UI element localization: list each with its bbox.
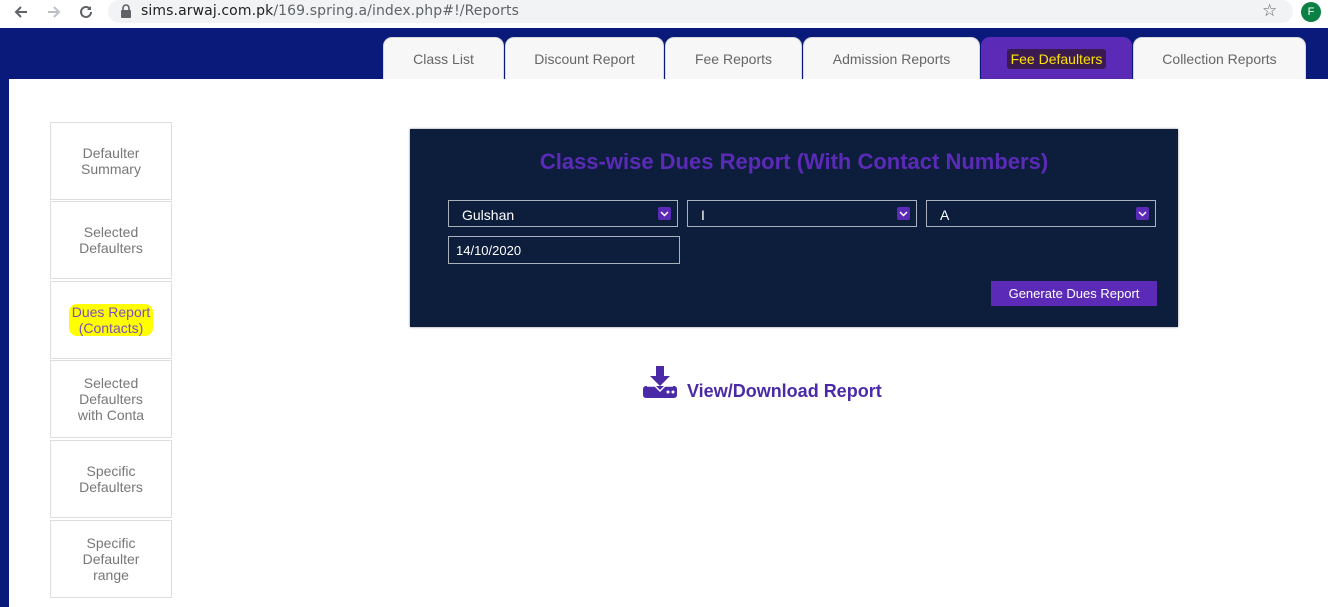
section-select[interactable]: A — [926, 200, 1156, 227]
left-frame-border — [0, 28, 9, 607]
tab-label: Fee Reports — [694, 50, 773, 67]
tab-fee-defaulters[interactable]: Fee Defaulters — [981, 37, 1132, 79]
tab-label: Fee Defaulters — [1006, 48, 1107, 69]
sidebar-item-defaulter-summary[interactable]: Defaulter Summary — [50, 122, 172, 200]
report-tabs: Class List Discount Report Fee Reports A… — [383, 37, 1307, 79]
download-label: View/Download Report — [687, 381, 882, 401]
campus-select-value: Gulshan — [462, 207, 515, 223]
panel-title: Class-wise Dues Report (With Contact Num… — [539, 149, 1049, 174]
chevron-down-icon — [1136, 207, 1149, 220]
campus-select[interactable]: Gulshan — [448, 200, 678, 227]
sidebar-item-specific-defaulter-range[interactable]: Specific Defaulter range — [50, 520, 172, 598]
tab-class-list[interactable]: Class List — [383, 37, 504, 79]
tab-label: Collection Reports — [1162, 50, 1277, 67]
lock-icon — [120, 4, 132, 18]
sidebar-item-dues-report-contacts[interactable]: Dues Report (Contacts) — [50, 281, 172, 359]
tab-fee-reports[interactable]: Fee Reports — [665, 37, 802, 79]
date-field[interactable]: 14/10/2020 — [448, 236, 680, 264]
class-select-value: I — [701, 207, 705, 223]
chevron-down-icon — [658, 207, 671, 220]
url-path: /169.spring.a/index.php#!/Reports — [273, 3, 520, 19]
chevron-down-icon — [897, 207, 910, 220]
sidebar-item-label: Defaulter Summary — [81, 145, 141, 177]
sidebar-item-label: Dues Report (Contacts) — [69, 304, 153, 336]
reload-icon[interactable] — [75, 1, 97, 23]
sidebar-item-label: Specific Defaulters — [79, 463, 143, 495]
report-panel: Class-wise Dues Report (With Contact Num… — [410, 129, 1178, 327]
forward-arrow-icon[interactable] — [43, 1, 65, 23]
sidebar-item-label: Selected Defaulters with Conta — [77, 375, 145, 423]
tab-label: Discount Report — [534, 50, 635, 67]
sidebar-item-selected-defaulters[interactable]: Selected Defaulters — [50, 201, 172, 279]
url-host: sims.arwaj.com.pk — [141, 3, 274, 19]
sidebar-item-label: Selected Defaulters — [79, 224, 143, 256]
bookmark-star-icon[interactable]: ☆ — [1262, 1, 1277, 21]
tab-discount-report[interactable]: Discount Report — [505, 37, 664, 79]
download-icon — [643, 366, 677, 403]
tab-label: Admission Reports — [832, 50, 951, 67]
tab-admission-reports[interactable]: Admission Reports — [803, 37, 980, 79]
sidebar-item-specific-defaulters[interactable]: Specific Defaulters — [50, 440, 172, 518]
url-text[interactable]: sims.arwaj.com.pk/169.spring.a/index.php… — [141, 3, 519, 19]
back-arrow-icon[interactable] — [10, 1, 32, 23]
section-select-value: A — [940, 207, 950, 223]
tab-label: Class List — [413, 50, 474, 67]
generate-dues-report-button[interactable]: Generate Dues Report — [991, 281, 1157, 306]
profile-avatar[interactable]: F — [1301, 2, 1321, 22]
tab-collection-reports[interactable]: Collection Reports — [1133, 37, 1306, 79]
browser-toolbar: sims.arwaj.com.pk/169.spring.a/index.php… — [0, 0, 1328, 25]
class-select[interactable]: I — [687, 200, 917, 227]
sidebar-item-label: Specific Defaulter range — [82, 535, 140, 583]
view-download-report-link[interactable]: View/Download Report — [643, 366, 882, 403]
sidebar-item-selected-defaulters-with-contacts[interactable]: Selected Defaulters with Conta — [50, 360, 172, 438]
